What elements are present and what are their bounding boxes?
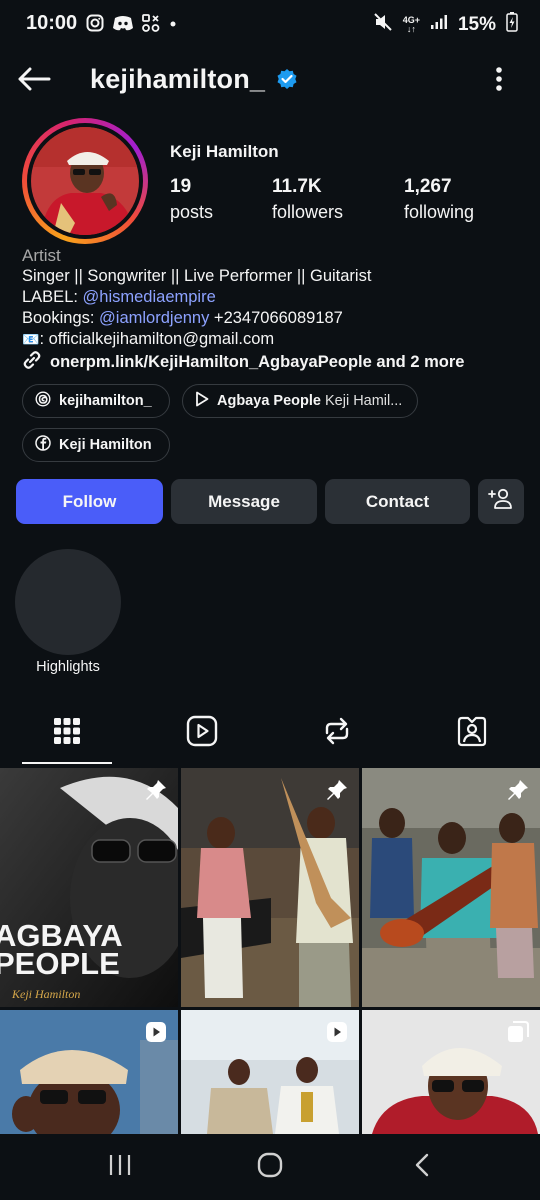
- bio-email-line: 📧: officialkejihamilton@gmail.com: [22, 330, 275, 348]
- bio-line: Singer || Songwriter || Live Performer |…: [22, 267, 372, 285]
- label-handle-link[interactable]: @hismediaempire: [83, 288, 216, 306]
- followers-stat[interactable]: 11.7K followers: [272, 176, 343, 223]
- pin-icon: [506, 778, 530, 807]
- network-type: 4G+ ↓↑: [402, 14, 420, 34]
- music-artist: Keji Hamil...: [320, 393, 403, 409]
- tagged-person-icon: [456, 715, 488, 752]
- profile-bio: Artist Singer || Songwriter || Live Perf…: [22, 245, 522, 350]
- tab-reels[interactable]: [182, 714, 222, 752]
- vertical-dots-icon: [495, 66, 503, 97]
- bio-label-line: LABEL: @hismediaempire: [22, 288, 216, 306]
- post-tile[interactable]: [362, 1010, 540, 1134]
- play-icon: [195, 391, 209, 411]
- system-back-button[interactable]: [402, 1152, 442, 1182]
- message-button[interactable]: Message: [171, 479, 317, 524]
- active-tab-indicator: [22, 762, 112, 764]
- following-count: 1,267: [404, 176, 452, 197]
- post-tile[interactable]: [362, 768, 540, 1007]
- carousel-icon: [506, 1020, 530, 1049]
- email-emoji: 📧: [22, 331, 40, 347]
- username-title: kejihamilton_: [90, 64, 266, 94]
- chevron-left-icon: [414, 1153, 430, 1182]
- following-label: following: [404, 202, 475, 222]
- external-link-text: onerpm.link/KejiHamilton_AgbayaPeople an…: [50, 353, 465, 371]
- highlight-label: Highlights: [36, 659, 100, 675]
- more-options-button[interactable]: [484, 66, 514, 96]
- grid-icon: [53, 717, 81, 750]
- link-icon: [22, 350, 42, 375]
- back-button[interactable]: [14, 64, 54, 98]
- status-bar: 10:00 4G+ ↓↑ 15%: [0, 0, 540, 52]
- reels-icon: [186, 715, 218, 752]
- battery-icon: [506, 12, 518, 37]
- external-link[interactable]: onerpm.link/KejiHamilton_AgbayaPeople an…: [22, 350, 464, 375]
- reel-badge-icon: [325, 1020, 349, 1049]
- apps-icon: [142, 14, 160, 37]
- system-nav-bar: [0, 1134, 540, 1200]
- svg-text:PEOPLE: PEOPLE: [0, 946, 120, 981]
- pin-icon: [144, 778, 168, 807]
- highlight-circle[interactable]: [15, 549, 121, 655]
- tab-reposts[interactable]: [317, 714, 357, 752]
- facebook-chip-label: Keji Hamilton: [59, 437, 152, 453]
- post-tile[interactable]: AGBAYA PEOPLE Keji Hamilton: [0, 768, 178, 1007]
- status-time: 10:00: [26, 12, 78, 34]
- discord-icon: [112, 14, 134, 37]
- facebook-icon: [35, 435, 51, 455]
- battery-percent: 15%: [457, 13, 496, 35]
- home-circle-icon: [257, 1152, 283, 1183]
- tab-grid[interactable]: [47, 714, 87, 752]
- recent-apps-button[interactable]: [100, 1152, 140, 1182]
- story-ring[interactable]: [22, 118, 148, 244]
- music-chip[interactable]: Agbaya People Keji Hamil...: [182, 384, 418, 418]
- profile-header: kejihamilton_: [0, 52, 540, 112]
- add-person-icon: [488, 488, 514, 515]
- recents-icon: [108, 1154, 132, 1181]
- system-icons: 4G+ ↓↑ 15%: [373, 12, 518, 37]
- music-title: Agbaya People: [217, 393, 321, 409]
- bookings-handle-link[interactable]: @iamlordjenny: [99, 309, 209, 327]
- following-stat[interactable]: 1,267 following: [404, 176, 474, 223]
- reel-badge-icon: [144, 1020, 168, 1049]
- threads-icon: [35, 391, 51, 411]
- threads-chip[interactable]: kejihamilton_: [22, 384, 170, 418]
- follow-button[interactable]: Follow: [16, 479, 163, 524]
- bio-bookings-line: Bookings: @iamlordjenny +2347066089187: [22, 309, 343, 327]
- svg-text:Keji Hamilton: Keji Hamilton: [11, 987, 80, 1001]
- signal-icon: [430, 14, 448, 35]
- profile-avatar[interactable]: [31, 127, 139, 235]
- followers-label: followers: [272, 202, 344, 222]
- suggest-users-button[interactable]: [478, 479, 524, 524]
- home-button[interactable]: [250, 1152, 290, 1182]
- post-tile[interactable]: [0, 1010, 178, 1134]
- arrow-left-icon: [17, 67, 51, 96]
- verified-badge-icon: [276, 68, 298, 95]
- facebook-chip[interactable]: Keji Hamilton: [22, 428, 170, 462]
- category-label: Artist: [22, 246, 61, 265]
- instagram-icon: [86, 14, 104, 37]
- repost-icon: [322, 716, 352, 751]
- contact-button[interactable]: Contact: [325, 479, 470, 524]
- pin-icon: [325, 778, 349, 807]
- posts-count: 19: [170, 176, 192, 197]
- mute-icon: [373, 12, 393, 37]
- notification-icons: [86, 14, 178, 37]
- posts-grid: AGBAYA PEOPLE Keji Hamilton: [0, 768, 540, 1134]
- posts-stat[interactable]: 19 posts: [170, 176, 213, 223]
- tab-tagged[interactable]: [452, 714, 492, 752]
- threads-chip-label: kejihamilton_: [59, 393, 152, 409]
- profile-tabs: [0, 700, 540, 766]
- dot-icon: [168, 14, 178, 37]
- followers-count: 11.7K: [272, 176, 322, 197]
- post-tile[interactable]: [181, 1010, 359, 1134]
- display-name: Keji Hamilton: [170, 142, 279, 161]
- post-tile[interactable]: [181, 768, 359, 1007]
- posts-label: posts: [170, 202, 214, 222]
